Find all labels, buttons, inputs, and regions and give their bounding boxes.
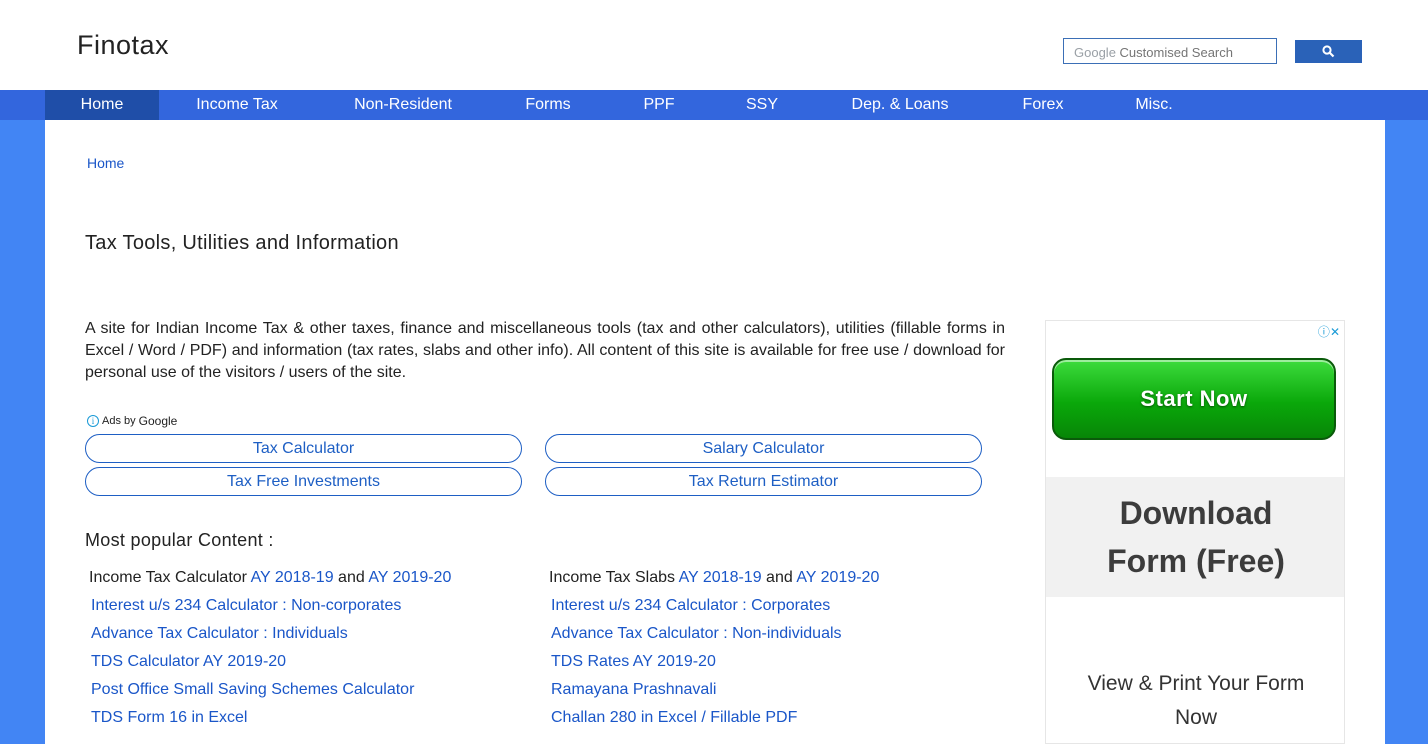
popular-link[interactable]: TDS Form 16 in Excel [89, 706, 529, 734]
nav-item-ssy[interactable]: SSY [731, 90, 793, 120]
popular-link[interactable]: TDS Calculator AY 2019-20 [89, 650, 529, 678]
nav-item-ppf[interactable]: PPF [628, 90, 690, 120]
row-text: Income Tax Calculator [89, 569, 247, 586]
ad-close-icon[interactable]: ✕ [1330, 325, 1340, 339]
view-line-2: Now [1174, 706, 1217, 729]
nav-item-home[interactable]: Home [45, 90, 159, 120]
page-title: Tax Tools, Utilities and Information [85, 232, 399, 254]
start-now-button[interactable]: Start Now [1052, 358, 1336, 440]
popular-link[interactable]: Post Office Small Saving Schemes Calcula… [89, 678, 529, 706]
link-ay-2018-19[interactable]: AY 2018-19 [679, 569, 762, 586]
nav-item-forex[interactable]: Forex [1008, 90, 1078, 120]
nav-item-dep-loans[interactable]: Dep. & Loans [836, 90, 964, 120]
popular-link[interactable]: Interest u/s 234 Calculator : Non-corpor… [89, 594, 529, 622]
popular-link[interactable]: Interest u/s 234 Calculator : Corporates [549, 594, 989, 622]
search-input[interactable]: Google Customised Search [1063, 38, 1277, 64]
site-logo[interactable]: Finotax [77, 30, 169, 61]
search-placeholder: Customised Search [1119, 45, 1233, 60]
ad-info-icon[interactable]: ⓘ [1318, 325, 1330, 339]
search-button[interactable] [1295, 40, 1362, 63]
popular-link[interactable]: Ramayana Prashnavali [549, 678, 989, 706]
popular-left-column: Income Tax Calculator AY 2018-19 and AY … [89, 566, 529, 734]
nav-item-forms[interactable]: Forms [510, 90, 586, 120]
main-content: Home Tax Tools, Utilities and Informatio… [45, 120, 1385, 744]
side-advertisement[interactable]: ⓘ✕ Start Now Download Form (Free) View &… [1045, 320, 1345, 744]
popular-row: Income Tax Slabs AY 2018-19 and AY 2019-… [549, 566, 989, 594]
row-and: and [766, 569, 793, 586]
ads-by-brand: Google [138, 414, 178, 428]
ad-link-salary-calculator[interactable]: Salary Calculator [545, 434, 982, 463]
download-line-2: Form (Free) [1107, 543, 1285, 579]
nav-item-income-tax[interactable]: Income Tax [170, 90, 304, 120]
link-ay-2019-20[interactable]: AY 2019-20 [368, 569, 451, 586]
popular-link[interactable]: Advance Tax Calculator : Individuals [89, 622, 529, 650]
link-ay-2019-20[interactable]: AY 2019-20 [796, 569, 879, 586]
popular-row: Income Tax Calculator AY 2018-19 and AY … [89, 566, 529, 594]
ad-link-tax-free-investments[interactable]: Tax Free Investments [85, 467, 522, 496]
search-brand: Google [1074, 45, 1116, 60]
download-line-1: Download [1119, 495, 1273, 531]
popular-link[interactable]: Challan 280 in Excel / Fillable PDF [549, 706, 989, 734]
intro-paragraph: A site for Indian Income Tax & other tax… [85, 320, 1005, 381]
ads-by-prefix: Ads by [102, 415, 136, 427]
download-form-banner[interactable]: Download Form (Free) [1046, 477, 1344, 597]
link-ay-2018-19[interactable]: AY 2018-19 [251, 569, 334, 586]
info-icon: i [87, 415, 99, 427]
site-header: Finotax Google Customised Search [0, 0, 1428, 90]
ad-link-tax-calculator[interactable]: Tax Calculator [85, 434, 522, 463]
ad-choices-icons[interactable]: ⓘ✕ [1318, 323, 1340, 340]
search-icon [1322, 45, 1335, 58]
popular-content-title: Most popular Content : [85, 530, 274, 550]
row-text: Income Tax Slabs [549, 569, 675, 586]
ads-by-google[interactable]: i Ads by Google [87, 414, 177, 428]
view-line-1: View & Print Your Form [1087, 672, 1305, 695]
row-and: and [338, 569, 365, 586]
popular-link[interactable]: TDS Rates AY 2019-20 [549, 650, 989, 678]
popular-right-column: Income Tax Slabs AY 2018-19 and AY 2019-… [549, 566, 989, 734]
view-print-text[interactable]: View & Print Your Form Now [1046, 667, 1344, 735]
breadcrumb[interactable]: Home [87, 155, 124, 171]
popular-link[interactable]: Advance Tax Calculator : Non-individuals [549, 622, 989, 650]
main-nav: Home Income Tax Non-Resident Forms PPF S… [0, 90, 1428, 120]
nav-item-misc[interactable]: Misc. [1121, 90, 1187, 120]
ad-link-tax-return-estimator[interactable]: Tax Return Estimator [545, 467, 982, 496]
nav-item-non-resident[interactable]: Non-Resident [335, 90, 471, 120]
